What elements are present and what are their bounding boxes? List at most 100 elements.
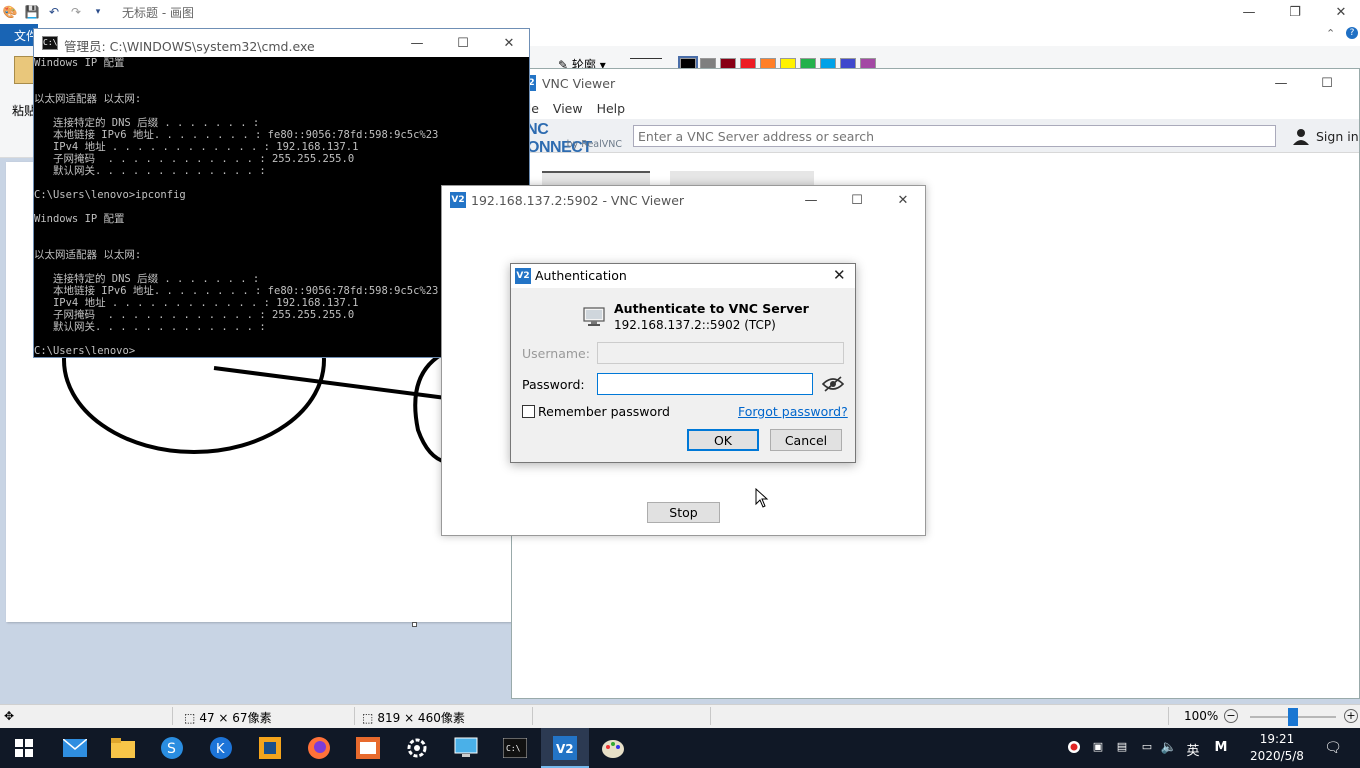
cancel-button[interactable]: Cancel	[770, 429, 842, 451]
authentication-dialog: V2 Authentication ✕ Authenticate to VNC …	[510, 263, 856, 463]
session-window-title: 192.168.137.2:5902 - VNC Viewer	[471, 193, 685, 208]
cursor-position-icon: ✥	[4, 709, 15, 723]
settings-gear-icon[interactable]	[403, 734, 431, 762]
selection-icon: ⬚	[184, 710, 196, 725]
status-divider	[354, 707, 355, 725]
cmd-output-line	[34, 69, 529, 81]
ime-mode-indicator[interactable]: M	[1212, 740, 1230, 755]
auth-heading: Authenticate to VNC Server	[614, 301, 809, 316]
sign-in-label: Sign in...	[1316, 128, 1360, 144]
cmd-taskbar-icon[interactable]: C:\	[501, 734, 529, 762]
record-icon[interactable]	[1066, 740, 1082, 754]
cmd-output-line: 以太网适配器 以太网:	[34, 93, 142, 105]
username-field	[597, 342, 844, 364]
taskbar-clock[interactable]: 19:21 2020/5/8	[1245, 731, 1309, 765]
firefox-icon[interactable]	[305, 734, 333, 762]
forgot-password-link[interactable]: Forgot password?	[738, 404, 848, 419]
cmd-app-icon: C:\	[42, 36, 58, 50]
canvas-size-text: 819 × 460像素	[377, 711, 465, 725]
cmd-output-line: 默认网关. . . . . . . . . . . . . :	[34, 165, 266, 177]
remember-password-checkbox[interactable]	[522, 405, 535, 418]
vnc-menubar: File View Help	[512, 97, 1359, 119]
battery-icon[interactable]: ▭	[1138, 740, 1156, 753]
cmd-output-line	[34, 105, 529, 117]
vnc-viewer-taskbar-icon[interactable]: V2	[551, 734, 579, 762]
remember-password-label[interactable]: Remember password	[538, 404, 670, 419]
cmd-titlebar: C:\ 管理员: C:\WINDOWS\system32\cmd.exe — ☐…	[34, 29, 529, 57]
paint-taskbar-icon[interactable]	[599, 734, 627, 762]
canvas-size-icon: ⬚	[362, 710, 374, 725]
zoom-in-icon[interactable]: +	[1344, 709, 1358, 723]
vnc-server-search-input[interactable]	[633, 125, 1276, 147]
ok-button[interactable]: OK	[687, 429, 759, 451]
show-password-icon[interactable]	[822, 376, 844, 392]
customize-qa-icon[interactable]: ▾	[90, 4, 106, 20]
cmd-minimize-button[interactable]: —	[394, 29, 440, 57]
network-icon[interactable]: ▤	[1114, 740, 1130, 753]
ribbon-collapse-icon[interactable]: ⌃	[1326, 27, 1335, 40]
office-app-icon[interactable]	[354, 734, 382, 762]
menu-view[interactable]: View	[553, 101, 583, 116]
start-button-windows-icon[interactable]	[10, 734, 38, 762]
cmd-close-button[interactable]: ✕	[486, 29, 532, 57]
status-divider	[710, 707, 711, 725]
action-center-icon[interactable]: 🗨	[1322, 740, 1344, 756]
help-icon[interactable]: ?	[1346, 27, 1358, 39]
status-divider	[172, 707, 173, 725]
sign-in-button[interactable]: Sign in...	[1292, 127, 1360, 145]
network-share-icon[interactable]: ▣	[1090, 740, 1106, 753]
drawn-line	[213, 366, 447, 400]
monitor-icon	[583, 307, 605, 326]
vnc-main-minimize-button[interactable]: —	[1258, 69, 1304, 97]
auth-titlebar: V2 Authentication ✕	[511, 264, 855, 288]
session-close-button[interactable]: ✕	[880, 186, 926, 214]
session-minimize-button[interactable]: —	[788, 186, 834, 214]
vnc-app-icon: V2	[450, 192, 466, 208]
cmd-output-line: 本地链接 IPv6 地址. . . . . . . . : fe80::9056…	[34, 129, 439, 141]
paint-window-title: 无标题 - 画图	[122, 6, 194, 20]
vmware-icon[interactable]	[256, 734, 284, 762]
status-divider	[1168, 707, 1169, 725]
zoom-out-icon[interactable]: −	[1224, 709, 1238, 723]
paint-close-button[interactable]: ✕	[1318, 0, 1360, 24]
file-explorer-icon[interactable]	[109, 734, 137, 762]
sogou-browser-icon[interactable]: S	[158, 734, 186, 762]
zoom-slider-thumb[interactable]	[1288, 708, 1298, 726]
vnc-connect-logo: VNC CONNECT by RealVNC	[516, 121, 626, 156]
password-field[interactable]	[597, 373, 813, 395]
canvas-resize-handle[interactable]	[412, 622, 417, 627]
password-label: Password:	[522, 377, 585, 392]
session-maximize-button[interactable]: ☐	[834, 186, 880, 214]
canvas-size: ⬚ 819 × 460像素	[362, 709, 465, 726]
remote-desktop-icon[interactable]	[452, 734, 480, 762]
status-divider	[532, 707, 533, 725]
save-icon[interactable]: 💾	[24, 4, 40, 20]
clock-time: 19:21	[1259, 732, 1295, 746]
clipboard-icon	[14, 56, 34, 84]
mail-icon[interactable]	[61, 734, 89, 762]
svg-text:K: K	[216, 742, 225, 757]
selection-size: ⬚ 47 × 67像素	[184, 709, 272, 726]
cmd-maximize-button[interactable]: ☐	[440, 29, 486, 57]
undo-icon[interactable]: ↶	[46, 4, 62, 20]
username-label: Username:	[522, 346, 590, 361]
ime-language-indicator[interactable]: 英	[1184, 740, 1202, 759]
vnc-main-title: VNC Viewer	[542, 76, 616, 91]
cmd-output-line: Windows IP 配置	[34, 57, 125, 69]
redo-icon[interactable]: ↷	[68, 4, 84, 20]
cmd-window-title: 管理员: C:\WINDOWS\system32\cmd.exe	[64, 39, 315, 54]
paint-app-icon: 🎨	[2, 5, 18, 19]
vnc-main-maximize-button[interactable]: ☐	[1304, 69, 1350, 97]
auth-close-button[interactable]: ✕	[833, 266, 846, 284]
zoom-level: 100%	[1184, 709, 1219, 723]
paint-restore-button[interactable]: ❐	[1272, 0, 1318, 24]
vnc-brand-sub: by RealVNC	[566, 139, 622, 150]
paint-minimize-button[interactable]: —	[1226, 0, 1272, 24]
cmd-output-line: IPv4 地址 . . . . . . . . . . . . : 192.16…	[34, 141, 359, 153]
k-app-icon[interactable]: K	[207, 734, 235, 762]
auth-server-address: 192.168.137.2::5902 (TCP)	[614, 318, 776, 332]
volume-icon[interactable]: 🔈	[1160, 740, 1178, 755]
cmd-output-line: 连接特定的 DNS 后缀 . . . . . . . :	[34, 117, 260, 129]
menu-help[interactable]: Help	[597, 101, 626, 116]
stop-button[interactable]: Stop	[647, 502, 720, 523]
